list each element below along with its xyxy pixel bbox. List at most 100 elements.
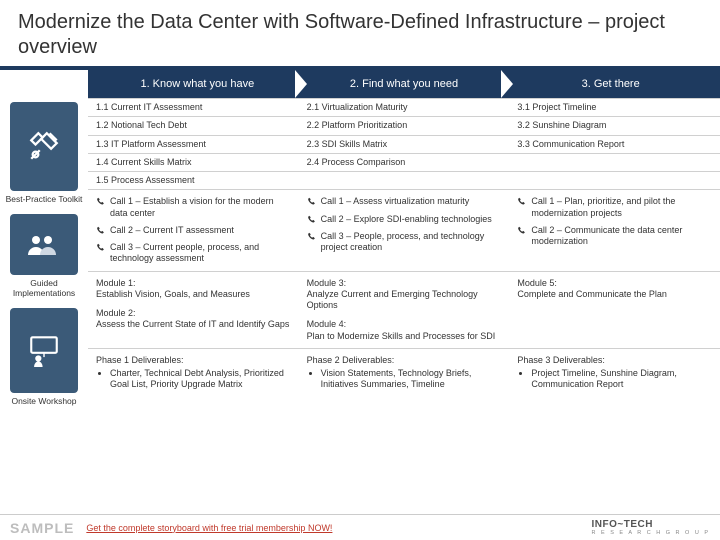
bp-row-3: 1.3 IT Platform Assessment 2.3 SDI Skill… <box>88 135 720 153</box>
best-practice-label: Best-Practice Toolkit <box>6 195 83 204</box>
best-practice-section-icon: Best-Practice Toolkit <box>0 98 88 210</box>
sample-watermark: SAMPLE <box>10 520 74 536</box>
call-text: Call 2 – Communicate the data center mod… <box>531 225 712 248</box>
left-icon-column: Best-Practice Toolkit Guided Implementat… <box>0 70 88 514</box>
bp-row-1: 1.1 Current IT Assessment 2.1 Virtualiza… <box>88 98 720 116</box>
call-text: Call 1 – Assess virtualization maturity <box>321 196 470 207</box>
phone-icon <box>517 226 526 235</box>
bp-cell: 1.1 Current IT Assessment <box>88 98 299 116</box>
module-5-title: Module 5: <box>517 278 557 288</box>
presenter-icon <box>10 308 78 393</box>
bp-cell: 3.3 Communication Report <box>509 135 720 153</box>
content-area: Best-Practice Toolkit Guided Implementat… <box>0 70 720 514</box>
bp-cell: 2.3 SDI Skills Matrix <box>299 135 510 153</box>
deliv-1-title: Phase 1 Deliverables: <box>96 355 184 365</box>
module-4-title: Module 4: <box>307 319 347 329</box>
modules-phase-3: Module 5:Complete and Communicate the Pl… <box>509 271 720 348</box>
modules-phase-1: Module 1:Establish Vision, Goals, and Me… <box>88 271 299 348</box>
call-item: Call 3 – People, process, and technology… <box>307 228 502 257</box>
title-block: Modernize the Data Center with Software-… <box>0 0 720 70</box>
deliv-3-title: Phase 3 Deliverables: <box>517 355 605 365</box>
bp-row-2: 1.2 Notional Tech Debt 2.2 Platform Prio… <box>88 116 720 134</box>
bp-cell: 2.4 Process Comparison <box>299 153 510 171</box>
infotech-logo: INFO~TECH R E S E A R C H G R O U P <box>592 519 710 536</box>
guided-impl-label: Guided Implementations <box>2 279 86 298</box>
cta-link[interactable]: Get the complete storyboard with free tr… <box>86 523 332 533</box>
phone-icon <box>96 197 105 206</box>
phone-icon <box>96 243 105 252</box>
phase-1-label: 1. Know what you have <box>140 78 254 90</box>
call-item: Call 2 – Current IT assessment <box>96 222 291 239</box>
people-icon <box>10 214 78 275</box>
bp-cell: 3.2 Sunshine Diagram <box>509 116 720 134</box>
bp-cell <box>509 153 720 171</box>
call-item: Call 2 – Communicate the data center mod… <box>517 222 712 251</box>
onsite-workshop-section-icon: Onsite Workshop <box>0 304 88 412</box>
guided-impl-section-icon: Guided Implementations <box>0 210 88 304</box>
module-3-title: Module 3: <box>307 278 347 288</box>
calls-phase-1: Call 1 – Establish a vision for the mode… <box>88 189 299 270</box>
module-3-desc: Analyze Current and Emerging Technology … <box>307 289 478 310</box>
onsite-workshop-label: Onsite Workshop <box>11 397 76 406</box>
bp-row-4: 1.4 Current Skills Matrix 2.4 Process Co… <box>88 153 720 171</box>
modules-phase-2: Module 3:Analyze Current and Emerging Te… <box>299 271 510 348</box>
logo-main: INFO~TECH <box>592 519 653 530</box>
module-2-title: Module 2: <box>96 308 136 318</box>
bp-cell: 2.2 Platform Prioritization <box>299 116 510 134</box>
bp-row-5: 1.5 Process Assessment <box>88 171 720 189</box>
phone-icon <box>517 197 526 206</box>
page-title: Modernize the Data Center with Software-… <box>18 10 702 60</box>
phone-icon <box>307 215 316 224</box>
module-1-title: Module 1: <box>96 278 136 288</box>
logo-sub: R E S E A R C H G R O U P <box>592 530 710 536</box>
deliv-2-item: Vision Statements, Technology Briefs, In… <box>321 368 502 391</box>
deliv-phase-2: Phase 2 Deliverables: Vision Statements,… <box>299 348 510 399</box>
footer: SAMPLE Get the complete storyboard with … <box>0 514 720 540</box>
slide: Modernize the Data Center with Software-… <box>0 0 720 540</box>
deliv-3-item: Project Timeline, Sunshine Diagram, Comm… <box>531 368 712 391</box>
bp-cell: 1.2 Notional Tech Debt <box>88 116 299 134</box>
bp-cell: 3.1 Project Timeline <box>509 98 720 116</box>
phone-icon <box>96 226 105 235</box>
deliv-phase-3: Phase 3 Deliverables: Project Timeline, … <box>509 348 720 399</box>
bp-cell: 1.3 IT Platform Assessment <box>88 135 299 153</box>
deliv-phase-1: Phase 1 Deliverables: Charter, Technical… <box>88 348 299 399</box>
phase-header-row: 1. Know what you have 2. Find what you n… <box>88 70 720 98</box>
phase-2-header: 2. Find what you need <box>295 70 514 98</box>
calls-phase-2: Call 1 – Assess virtualization maturity … <box>299 189 510 270</box>
calls-row: Call 1 – Establish a vision for the mode… <box>88 189 720 270</box>
main-grid: 1. Know what you have 2. Find what you n… <box>88 70 720 514</box>
calls-phase-3: Call 1 – Plan, prioritize, and pilot the… <box>509 189 720 270</box>
bp-cell <box>509 171 720 189</box>
phase-3-header: 3. Get there <box>501 70 720 98</box>
phase-2-label: 2. Find what you need <box>350 78 458 90</box>
call-text: Call 1 – Plan, prioritize, and pilot the… <box>531 196 712 219</box>
bp-cell: 1.5 Process Assessment <box>88 171 299 189</box>
module-4-desc: Plan to Modernize Skills and Processes f… <box>307 331 496 341</box>
bp-cell: 1.4 Current Skills Matrix <box>88 153 299 171</box>
phone-icon <box>307 197 316 206</box>
call-text: Call 2 – Explore SDI-enabling technologi… <box>321 214 492 225</box>
module-1-desc: Establish Vision, Goals, and Measures <box>96 289 250 299</box>
deliverables-row: Phase 1 Deliverables: Charter, Technical… <box>88 348 720 399</box>
call-text: Call 3 – Current people, process, and te… <box>110 242 291 265</box>
modules-row: Module 1:Establish Vision, Goals, and Me… <box>88 271 720 348</box>
call-item: Call 1 – Establish a vision for the mode… <box>96 193 291 222</box>
call-text: Call 1 – Establish a vision for the mode… <box>110 196 291 219</box>
call-text: Call 2 – Current IT assessment <box>110 225 234 236</box>
phase-3-label: 3. Get there <box>582 78 640 90</box>
tools-icon <box>10 102 78 191</box>
call-item: Call 2 – Explore SDI-enabling technologi… <box>307 211 502 228</box>
bp-cell <box>299 171 510 189</box>
phone-icon <box>307 232 316 241</box>
module-5-desc: Complete and Communicate the Plan <box>517 289 667 299</box>
module-2-desc: Assess the Current State of IT and Ident… <box>96 319 289 329</box>
deliv-1-item: Charter, Technical Debt Analysis, Priori… <box>110 368 291 391</box>
call-item: Call 1 – Plan, prioritize, and pilot the… <box>517 193 712 222</box>
bp-cell: 2.1 Virtualization Maturity <box>299 98 510 116</box>
call-text: Call 3 – People, process, and technology… <box>321 231 502 254</box>
phase-1-header: 1. Know what you have <box>88 70 307 98</box>
call-item: Call 1 – Assess virtualization maturity <box>307 193 502 210</box>
deliv-2-title: Phase 2 Deliverables: <box>307 355 395 365</box>
call-item: Call 3 – Current people, process, and te… <box>96 239 291 268</box>
